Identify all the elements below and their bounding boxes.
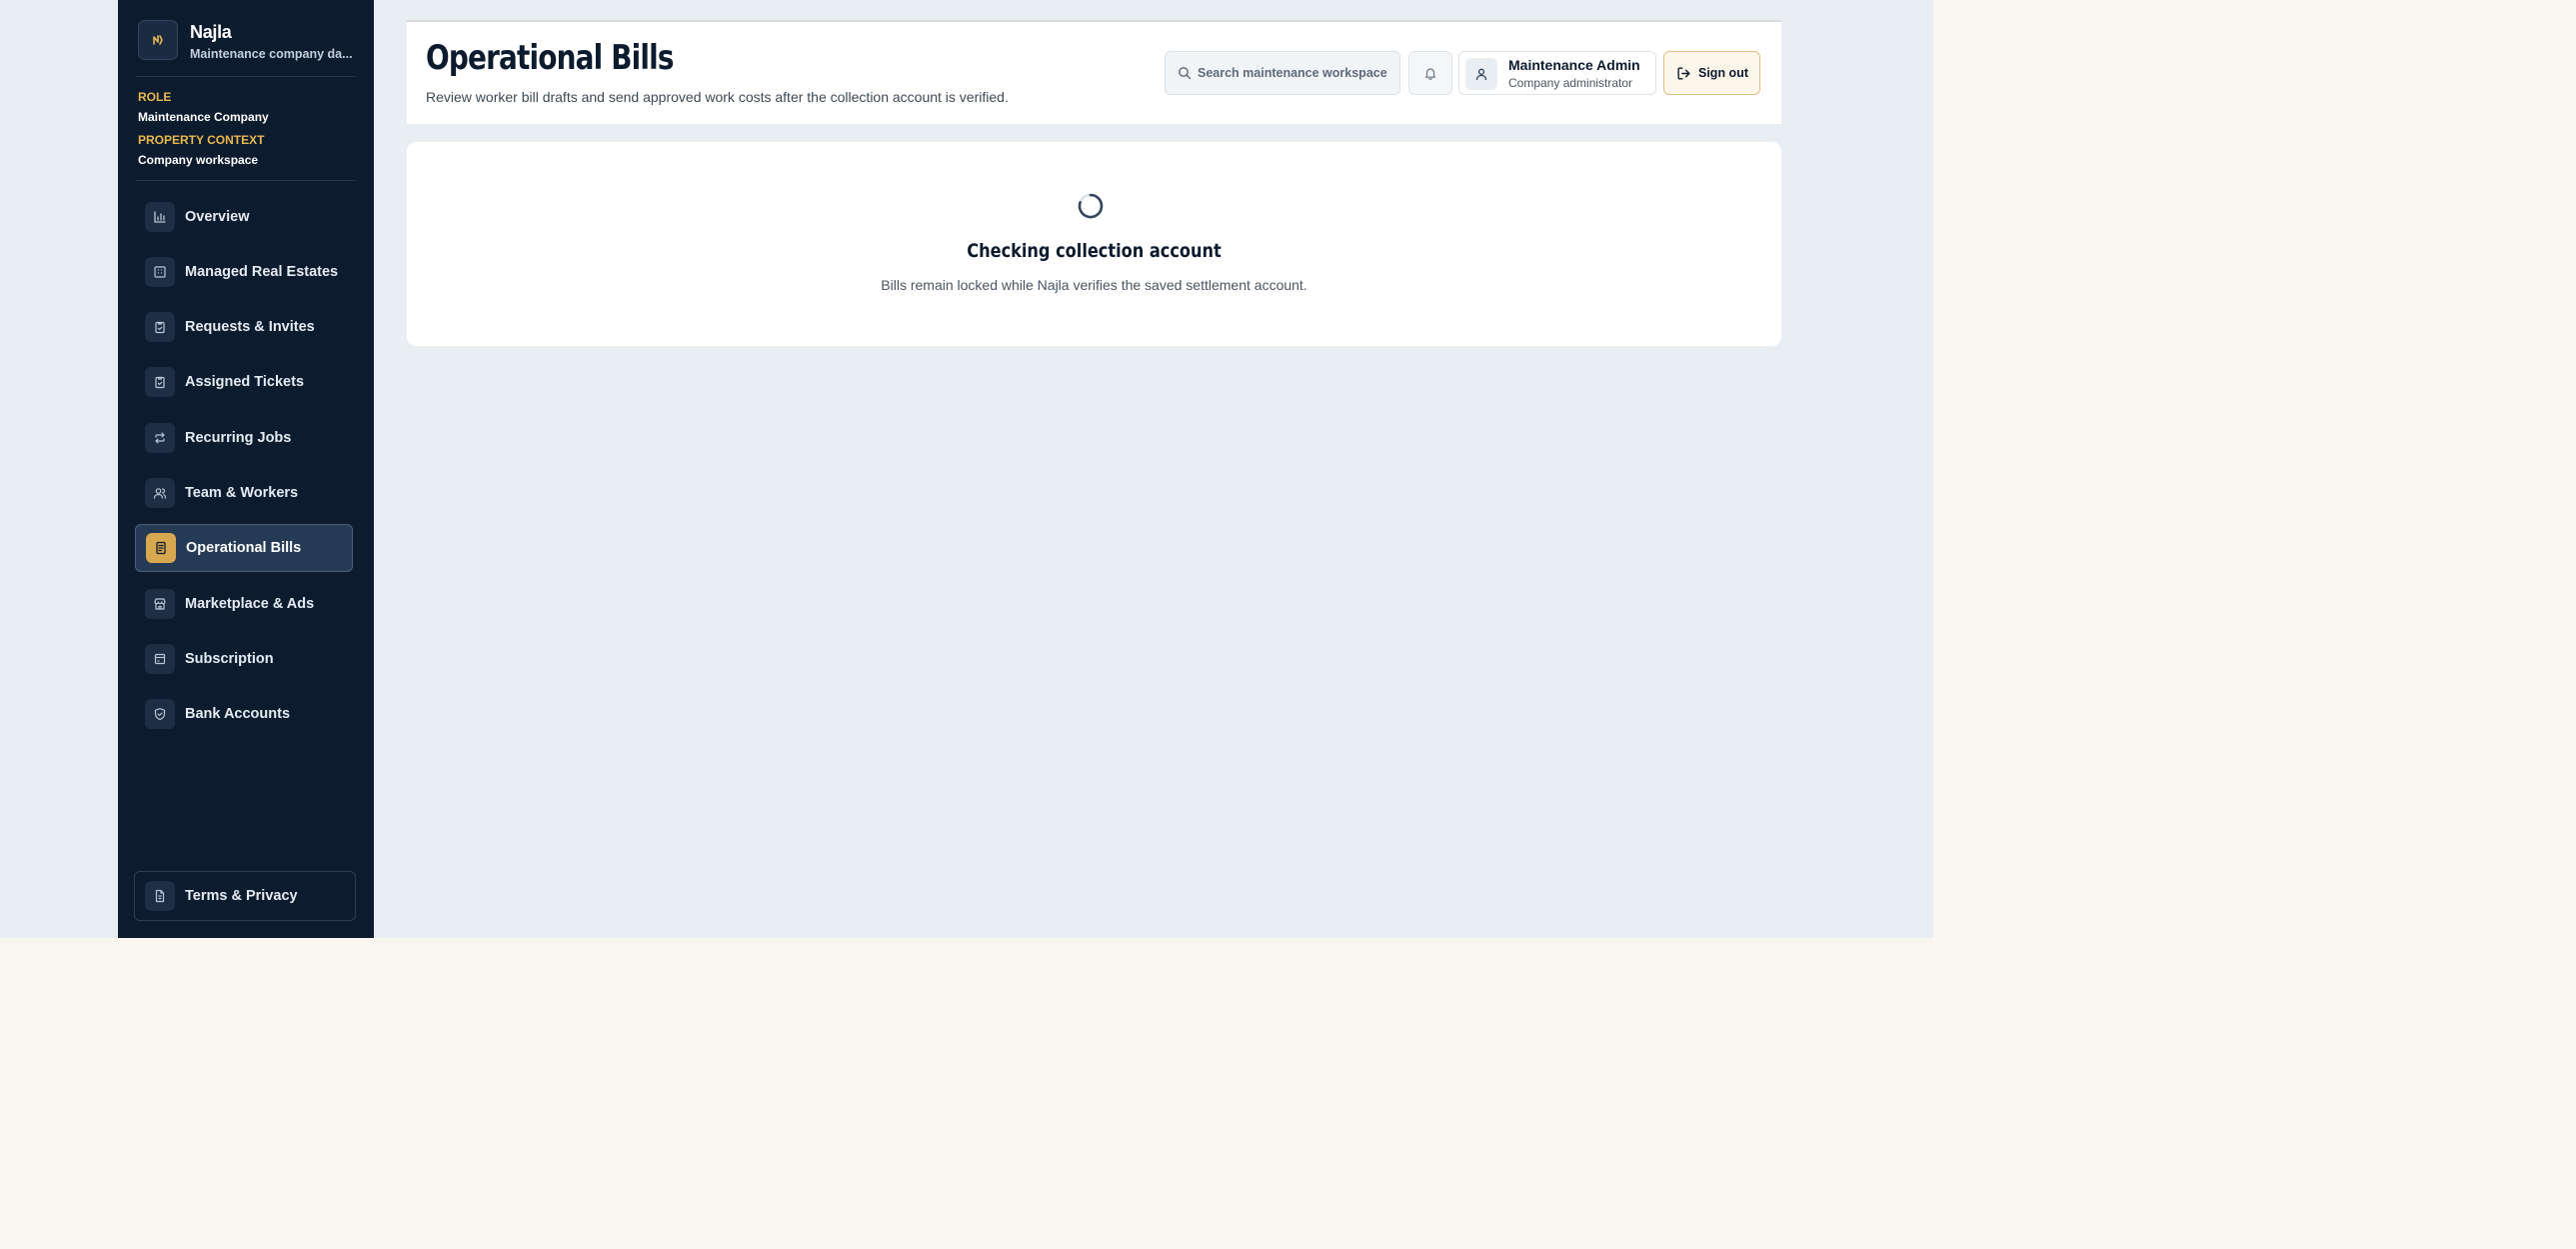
property-context-value: Company workspace — [138, 153, 259, 167]
sidebar-item-label: Marketplace & Ads — [185, 596, 315, 612]
role-label: ROLE — [138, 90, 172, 104]
sidebar: Najla Maintenance company da... ROLE Mai… — [118, 0, 374, 938]
status-description: Bills remain locked while Najla verifies… — [881, 277, 1307, 293]
sidebar-item-recurring-jobs[interactable]: Recurring Jobs — [135, 414, 353, 462]
search-box[interactable] — [1165, 51, 1400, 95]
sidebar-item-marketplace-ads[interactable]: Marketplace & Ads — [135, 580, 353, 628]
building-icon — [145, 257, 175, 287]
user-role: Company administrator — [1508, 76, 1633, 90]
sidebar-item-operational-bills[interactable]: Operational Bills — [135, 524, 353, 572]
document-icon — [145, 881, 175, 911]
users-icon — [145, 478, 175, 508]
divider — [136, 76, 356, 77]
page-header: Operational Bills Review worker bill dra… — [407, 20, 1781, 124]
sidebar-item-assigned-tickets[interactable]: Assigned Tickets — [135, 358, 353, 406]
sign-out-label: Sign out — [1698, 66, 1748, 80]
loading-spinner-icon — [1077, 192, 1105, 225]
sidebar-item-overview[interactable]: Overview — [135, 193, 353, 241]
sidebar-item-terms-privacy[interactable]: Terms & Privacy — [134, 871, 356, 921]
sidebar-item-label: Requests & Invites — [185, 319, 315, 335]
user-icon — [1474, 67, 1488, 81]
repeat-icon — [145, 423, 175, 453]
page-subtitle: Review worker bill drafts and send appro… — [426, 89, 1009, 105]
collection-account-status-card: Checking collection account Bills remain… — [407, 142, 1781, 346]
sign-out-button[interactable]: Sign out — [1663, 51, 1760, 95]
app-window: Najla Maintenance company da... ROLE Mai… — [0, 0, 1933, 938]
sidebar-item-label: Recurring Jobs — [185, 430, 292, 446]
sidebar-item-label: Managed Real Estates — [185, 264, 339, 280]
sidebar-item-label: Overview — [185, 209, 250, 225]
sidebar-item-requests-invites[interactable]: Requests & Invites — [135, 303, 353, 351]
brand-subtitle: Maintenance company da... — [190, 47, 353, 61]
divider — [136, 180, 356, 181]
property-context-label: PROPERTY CONTEXT — [138, 133, 265, 147]
avatar — [1465, 58, 1497, 90]
user-name: Maintenance Admin — [1508, 57, 1640, 73]
sidebar-item-label: Bank Accounts — [185, 706, 291, 722]
search-input[interactable] — [1198, 66, 1387, 80]
sidebar-item-subscription[interactable]: Subscription — [135, 635, 353, 683]
bar-chart-icon — [145, 202, 175, 232]
shield-check-icon — [145, 699, 175, 729]
notifications-button[interactable] — [1408, 51, 1452, 95]
logout-icon — [1676, 66, 1691, 81]
sidebar-item-bank-accounts[interactable]: Bank Accounts — [135, 690, 353, 738]
sidebar-item-team-workers[interactable]: Team & Workers — [135, 469, 353, 517]
user-menu[interactable]: Maintenance Admin Company administrator — [1458, 51, 1656, 95]
receipt-icon — [146, 533, 176, 563]
bell-icon — [1423, 66, 1437, 80]
brand-name: Najla — [190, 22, 232, 42]
sidebar-item-managed-real-estates[interactable]: Managed Real Estates — [135, 248, 353, 296]
clipboard-check-icon — [145, 367, 175, 397]
sidebar-item-label: Terms & Privacy — [185, 888, 298, 904]
sidebar-item-label: Team & Workers — [185, 485, 299, 501]
sidebar-item-label: Subscription — [185, 651, 274, 667]
sidebar-item-label: Assigned Tickets — [185, 374, 305, 390]
status-title: Checking collection account — [967, 240, 1222, 262]
sidebar-item-label: Operational Bills — [186, 540, 302, 556]
brand[interactable]: Najla Maintenance company da... — [138, 20, 358, 62]
store-icon — [145, 589, 175, 619]
search-icon — [1178, 66, 1192, 80]
role-value: Maintenance Company — [138, 110, 269, 124]
page-title: Operational Bills — [426, 38, 674, 78]
credit-card-icon — [145, 644, 175, 674]
clipboard-check-icon — [145, 312, 175, 342]
brand-logo-icon — [138, 20, 178, 60]
